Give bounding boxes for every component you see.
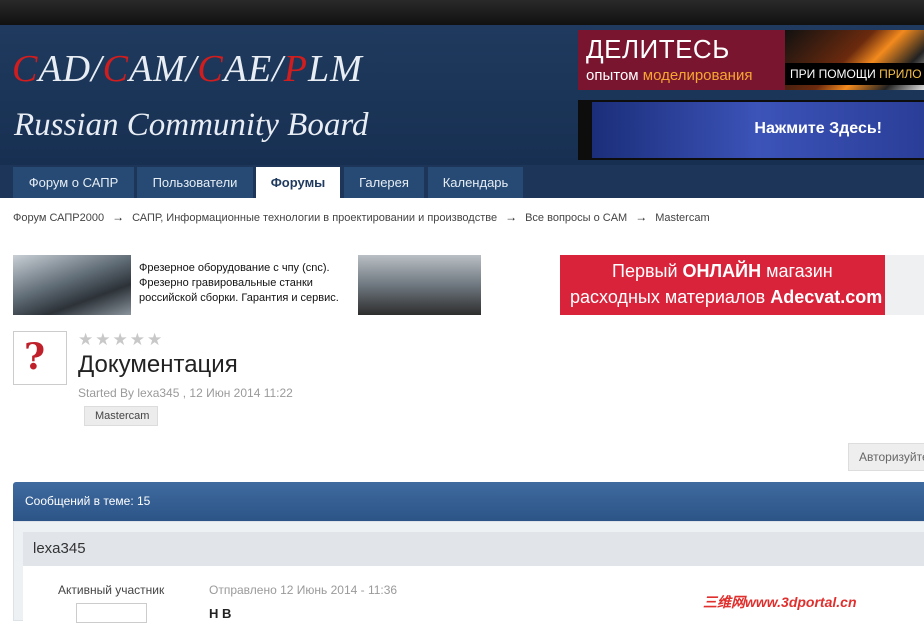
main-nav: Форум о САПР Пользователи Форумы Галерея… xyxy=(0,165,924,198)
tab-users[interactable]: Пользователи xyxy=(137,167,253,198)
cnc-ad-line: российской сборки. Гарантия и сервис. xyxy=(139,292,339,304)
cnc-machine-image xyxy=(13,255,131,315)
site-subtitle: Russian Community Board xyxy=(14,107,369,143)
breadcrumb-item[interactable]: Mastercam xyxy=(655,212,709,224)
ad-right-highlight: ПРИЛО xyxy=(879,67,922,81)
logo-part-lm: LM xyxy=(307,48,363,90)
breadcrumb-item[interactable]: САПР, Информационные технологии в проект… xyxy=(132,212,497,224)
browser-top-strip xyxy=(0,0,924,25)
cnc-machine-image xyxy=(358,255,481,315)
breadcrumb: Форум САПР2000 → САПР, Информационные техн… xyxy=(13,210,716,224)
author-role: Активный участник xyxy=(58,583,165,597)
logo-letter-c: C xyxy=(12,48,39,90)
adecvat-line2-bold: Adecvat.com xyxy=(770,287,883,307)
ad-right-text: ПРИ ПОМОЩИ ПРИЛО xyxy=(785,63,924,85)
logo-letter-p: P xyxy=(283,48,308,90)
post-author[interactable]: lexa345 xyxy=(23,532,924,566)
adecvat-line1-post: магазин xyxy=(761,261,833,281)
site-header: CAD/CAM/CAE/PLM Russian Community Board … xyxy=(0,25,924,165)
click-here-ad-banner[interactable]: Нажмите Здесь! xyxy=(578,100,924,160)
ad-subline: опытом моделирования xyxy=(586,67,752,84)
adecvat-line2-pre: расходных материалов xyxy=(570,287,771,307)
rating-stars-icon[interactable]: ★★★★★ xyxy=(78,330,164,350)
logo-part-ad: AD/ xyxy=(38,48,103,90)
breadcrumb-item[interactable]: Форум САПР2000 xyxy=(13,212,104,224)
breadcrumb-arrow-icon: → xyxy=(635,210,648,224)
logo-letter-c: C xyxy=(102,48,129,90)
ad-headline: ДЕЛИТЕСЬ xyxy=(586,34,730,64)
site-logo[interactable]: CAD/CAM/CAE/PLM xyxy=(12,47,363,91)
login-button[interactable]: Авторизуйте xyxy=(848,443,924,471)
cnc-ad-text: Фрезерное оборудование с чпу (cnc). Фрез… xyxy=(139,261,339,306)
breadcrumb-arrow-icon: → xyxy=(505,210,518,224)
tab-calendar[interactable]: Календарь xyxy=(428,167,523,198)
cnc-ad-line: Фрезерное оборудование с чпу (cnc). xyxy=(139,262,330,274)
ad-subline-highlight: моделирования xyxy=(642,67,753,84)
topic-tag[interactable]: Mastercam xyxy=(84,406,159,426)
ad-click-text: Нажмите Здесь! xyxy=(754,120,882,137)
tab-gallery[interactable]: Галерея xyxy=(344,167,424,198)
author-avatar[interactable] xyxy=(76,603,147,623)
adecvat-line1-pre: Первый xyxy=(612,261,683,281)
top-ad-banner[interactable]: ДЕЛИТЕСЬ опытом моделирования ПРИ ПОМОЩИ… xyxy=(578,30,924,90)
cnc-ad-line: Фрезерно гравировальные станки xyxy=(139,277,313,289)
logo-part-am: AM/ xyxy=(128,48,198,90)
question-mark-icon: ? xyxy=(24,336,46,378)
ad-right-pre: ПРИ ПОМОЩИ xyxy=(790,67,880,81)
tab-sapr-forum[interactable]: Форум о САПР xyxy=(13,167,134,198)
logo-letter-c: C xyxy=(197,48,224,90)
breadcrumb-item[interactable]: Все вопросы о CAM xyxy=(525,212,627,224)
adecvat-line1-bold: ОНЛАЙН xyxy=(682,261,762,281)
logo-part-ae: AE/ xyxy=(223,48,284,90)
adecvat-line1: Первый ОНЛАЙН магазин xyxy=(612,261,833,282)
page-title: Документация xyxy=(78,351,238,378)
posts-count-bar: Сообщений в теме: 15 xyxy=(13,482,924,521)
topic-started-by: Started By lexa345 , 12 Июн 2014 11:22 xyxy=(78,386,293,400)
breadcrumb-arrow-icon: → xyxy=(112,210,125,224)
ad-subline-pre: опытом xyxy=(586,67,643,84)
tab-forums[interactable]: Форумы xyxy=(256,167,340,198)
post-date: Отправлено 12 Июнь 2014 - 11:36 xyxy=(209,583,398,597)
product-image xyxy=(885,255,924,315)
topic-avatar[interactable]: ? xyxy=(13,331,67,385)
post-text: Н В xyxy=(209,606,232,621)
adecvat-line2: расходных материалов Adecvat.com xyxy=(570,287,882,308)
cnc-ad-banner[interactable]: Фрезерное оборудование с чпу (cnc). Фрез… xyxy=(13,255,481,315)
watermark: 三维网www.3dportal.cn xyxy=(703,594,857,610)
adecvat-ad-banner[interactable]: Первый ОНЛАЙН магазин расходных материал… xyxy=(560,255,924,315)
